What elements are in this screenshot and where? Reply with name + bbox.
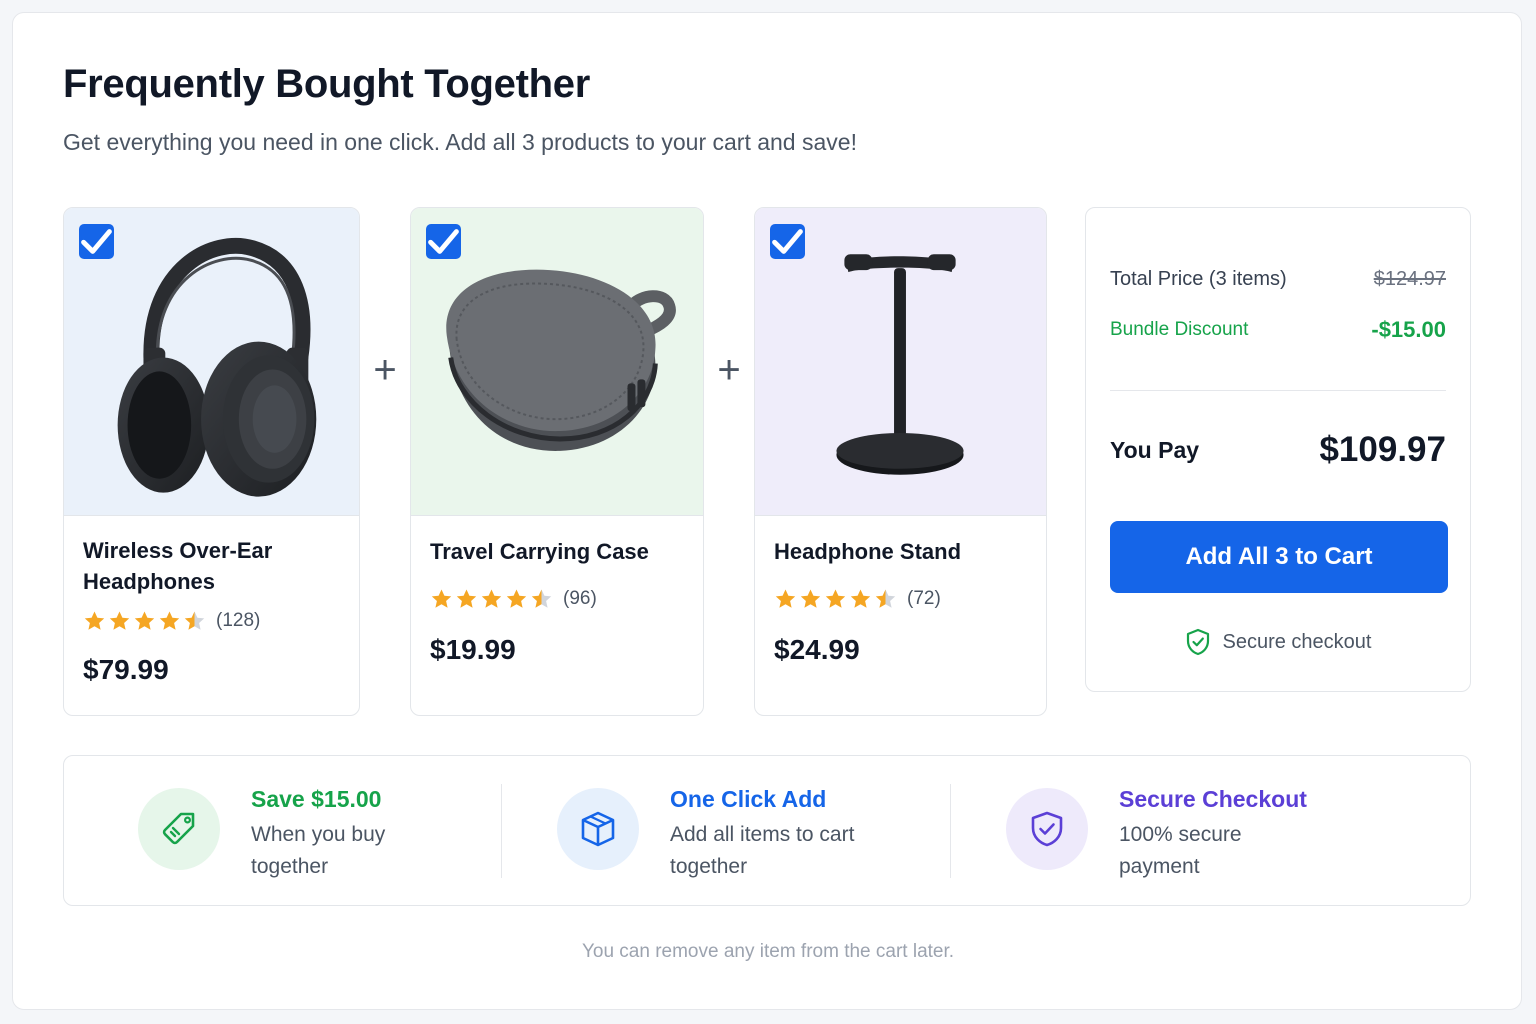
you-pay-value: $109.97: [1319, 430, 1446, 469]
plus-sign: +: [373, 348, 397, 392]
benefit-save: Save $15.00 When you buy together: [64, 756, 501, 905]
product-name[interactable]: Wireless Over-Ear Headphones: [83, 535, 343, 597]
rating-count: (128): [216, 610, 261, 631]
total-price-label: Total Price (3 items): [1110, 268, 1287, 290]
secure-checkout-note: Secure checkout: [1086, 628, 1470, 656]
star-icon: [109, 611, 130, 630]
you-pay-label: You Pay: [1110, 436, 1200, 463]
product-image-case: [411, 208, 703, 516]
star-icon: [184, 611, 205, 630]
bundle-discount-value: -$15.00: [1371, 317, 1446, 342]
product-checkbox[interactable]: [426, 224, 461, 259]
product-rating: (72): [774, 588, 941, 610]
product-card-stand[interactable]: Headphone Stand (72) $24.99: [754, 207, 1047, 716]
page-subtitle: Get everything you need in one click. Ad…: [63, 129, 857, 155]
checkmark-icon: [81, 229, 112, 254]
star-icon: [431, 589, 452, 608]
star-icon: [481, 589, 502, 608]
product-card-headphones[interactable]: Wireless Over-Ear Headphones (128) $79.9…: [63, 207, 360, 716]
benefit-one-click: One Click Add Add all items to cart toge…: [502, 756, 950, 905]
rating-count: (96): [563, 588, 597, 609]
product-image-stand: [755, 208, 1046, 516]
bundle-discount-label: Bundle Discount: [1110, 319, 1249, 340]
product-price: $19.99: [430, 634, 516, 665]
product-card-case[interactable]: Travel Carrying Case (96) $19.99: [410, 207, 704, 716]
star-icon: [506, 589, 527, 608]
checkmark-icon: [428, 229, 459, 254]
add-all-to-cart-button[interactable]: Add All 3 to Cart: [1110, 521, 1448, 593]
secure-checkout-label: Secure checkout: [1222, 630, 1372, 653]
footnote: You can remove any item from the cart la…: [581, 941, 955, 962]
product-image-headphones: [64, 208, 359, 516]
checkmark-icon: [772, 229, 803, 254]
benefit-icon-circle: [138, 788, 220, 870]
tag-icon: [162, 812, 195, 845]
price-summary: Total Price (3 items) $124.97 Bundle Dis…: [1085, 207, 1471, 692]
star-rating: [774, 588, 897, 610]
star-rating: [83, 610, 206, 632]
star-icon: [850, 589, 871, 608]
shield-check-icon: [1031, 811, 1063, 847]
you-pay-row: You Pay $109.97: [1110, 430, 1446, 470]
benefit-title: Save $15.00: [251, 786, 382, 812]
star-icon: [875, 589, 896, 608]
star-rating: [430, 588, 553, 610]
plus-sign: +: [717, 348, 741, 392]
product-price: $79.99: [83, 654, 169, 685]
star-icon: [456, 589, 477, 608]
shield-check-icon: [1186, 628, 1209, 656]
benefit-title: One Click Add: [670, 786, 827, 812]
product-checkbox[interactable]: [79, 224, 114, 259]
benefit-title: Secure Checkout: [1119, 786, 1307, 812]
bundle-discount-row: Bundle Discount -$15.00: [1110, 317, 1446, 343]
product-name[interactable]: Headphone Stand: [774, 536, 961, 567]
product-rating: (128): [83, 610, 260, 632]
star-icon: [159, 611, 180, 630]
rating-count: (72): [907, 588, 941, 609]
star-icon: [531, 589, 552, 608]
star-icon: [134, 611, 155, 630]
product-name[interactable]: Travel Carrying Case: [430, 536, 649, 567]
star-icon: [84, 611, 105, 630]
benefit-description: When you buy together: [251, 823, 386, 878]
star-icon: [825, 589, 846, 608]
total-price-value: $124.97: [1373, 268, 1446, 290]
benefit-secure: Secure Checkout 100% secure payment: [951, 756, 1471, 905]
summary-divider: [1110, 390, 1446, 391]
benefit-description: Add all items to cart together: [670, 823, 855, 878]
page-title: Frequently Bought Together: [63, 62, 590, 106]
benefits-bar: Save $15.00 When you buy together One Cl…: [63, 755, 1471, 906]
product-checkbox[interactable]: [770, 224, 805, 259]
benefit-icon-circle: [557, 788, 639, 870]
star-icon: [800, 589, 821, 608]
total-price-row: Total Price (3 items) $124.97: [1110, 268, 1446, 291]
star-icon: [775, 589, 796, 608]
benefit-description: 100% secure payment: [1119, 823, 1242, 878]
benefit-icon-circle: [1006, 788, 1088, 870]
product-price: $24.99: [774, 634, 860, 665]
box-icon: [581, 811, 615, 847]
product-rating: (96): [430, 588, 597, 610]
